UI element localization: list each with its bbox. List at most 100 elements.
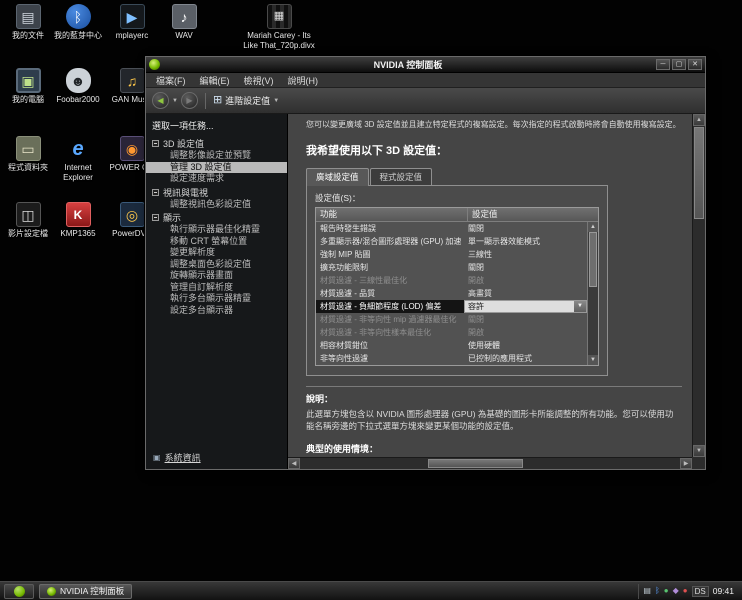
desktop-icon-mariah-video[interactable]: ▦ Mariah Carey - Its Like That_720p.divx: [243, 4, 315, 50]
desktop-icon-mplayerc[interactable]: ▶ mplayerc: [108, 4, 156, 41]
menu-edit[interactable]: 編輯(E): [193, 74, 237, 87]
window-titlebar[interactable]: NVIDIA 控制面板 ─ ▢ ✕: [146, 57, 705, 73]
desktop-icon-my-documents[interactable]: ▤ 我的文件: [4, 4, 52, 41]
collapse-icon[interactable]: [152, 188, 159, 196]
setting-row[interactable]: 材質過濾 - 品質 高畫質: [316, 287, 587, 300]
nav-item-adjust-image-settings[interactable]: 調整影像設定並預覽: [146, 150, 287, 162]
scrollbar-thumb[interactable]: [428, 459, 523, 468]
nav-item-move-crt-position[interactable]: 移動 CRT 螢幕位置: [146, 236, 287, 248]
desktop-icon-label: WAV: [175, 31, 193, 40]
scroll-right-icon[interactable]: ▶: [680, 458, 692, 469]
nav-item-manage-custom-resolutions[interactable]: 管理自訂解析度: [146, 282, 287, 294]
table-scrollbar[interactable]: ▲ ▼: [587, 222, 598, 366]
scroll-up-icon[interactable]: ▲: [588, 222, 598, 233]
scroll-down-icon[interactable]: ▼: [693, 445, 705, 457]
view-selector[interactable]: 進階設定值: [225, 94, 270, 107]
scrollbar-thumb[interactable]: [694, 127, 704, 219]
setting-row[interactable]: 相容材質鉗位 使用硬體: [316, 339, 587, 352]
setting-row[interactable]: 材質過濾 - 非等向性 mip 過濾器最佳化 關閉: [316, 313, 587, 326]
nav-item-change-resolution[interactable]: 變更解析度: [146, 247, 287, 259]
setting-row[interactable]: 擴充功能限制 關閉: [316, 261, 587, 274]
computer-icon: ▣: [15, 68, 41, 93]
toolbar: ◀ ▼ ▶ ⊞ 進階設定值 ▼: [146, 88, 705, 114]
media-player-icon: ▶: [119, 4, 145, 29]
powerdvd-icon: ◎: [119, 202, 145, 227]
foobar-alien-icon: ☻: [65, 68, 91, 93]
nav-item-manage-3d-settings[interactable]: 管理 3D 設定值: [146, 161, 287, 173]
setting-row[interactable]: 報告時發生錯誤 關閉: [316, 222, 587, 235]
scroll-left-icon[interactable]: ◀: [288, 458, 300, 469]
forward-button[interactable]: ▶: [180, 92, 198, 109]
close-button[interactable]: ✕: [688, 59, 702, 70]
nav-item-adjust-video-color[interactable]: 調整視訊色彩設定值: [146, 199, 287, 211]
system-tray: ▤ ᛒ ● ◆ ● DS 09:41: [638, 583, 738, 599]
desktop-icon-foobar2000[interactable]: ☻ Foobar2000: [54, 68, 102, 105]
scroll-up-icon[interactable]: ▲: [693, 114, 705, 126]
desktop-icon-video-profile[interactable]: ◫ 影片設定檔: [4, 202, 52, 239]
desktop-icon-label: 我的電腦: [12, 95, 44, 104]
desktop-icon-kmp1365[interactable]: K KMP1365: [54, 202, 102, 239]
internet-explorer-icon: e: [72, 137, 84, 160]
table-header: 功能 設定值: [316, 208, 598, 223]
desktop-icon-program-folder[interactable]: ▭ 程式資料夾: [4, 136, 52, 173]
setting-row[interactable]: 多重顯示器/混合圖形處理器 (GPU) 加速 單一顯示器效能模式: [316, 235, 587, 248]
menu-help[interactable]: 說明(H): [281, 74, 326, 87]
video-file-icon: ▦: [266, 4, 292, 29]
desktop-icon-bluetooth[interactable]: ᛒ 我的藍芽中心: [54, 4, 102, 41]
clock[interactable]: 09:41: [713, 586, 734, 596]
desktop-icon-my-computer[interactable]: ▣ 我的電腦: [4, 68, 52, 105]
back-dropdown-icon[interactable]: ▼: [172, 98, 178, 104]
bluetooth-tray-icon[interactable]: ᛒ: [655, 587, 660, 595]
scroll-down-icon[interactable]: ▼: [588, 355, 598, 366]
menu-file[interactable]: 檔案(F): [149, 74, 193, 87]
nav-item-set-speed-requirements[interactable]: 設定速度需求: [146, 173, 287, 185]
start-button[interactable]: [4, 583, 34, 599]
tab-program-settings[interactable]: 程式設定值: [369, 168, 433, 186]
value-dropdown[interactable]: 容許 ▼: [464, 300, 587, 314]
nav-item-display-wizard[interactable]: 執行顯示器最佳化精靈: [146, 224, 287, 236]
antivirus-tray-icon[interactable]: ●: [683, 587, 688, 595]
desktop-icon-label: 我的藍芽中心: [54, 31, 102, 40]
dropdown-arrow-icon[interactable]: ▼: [574, 301, 586, 313]
menu-view[interactable]: 檢視(V): [237, 74, 281, 87]
tab-global-settings[interactable]: 廣域設定值: [306, 168, 369, 187]
nav-item-adjust-desktop-color[interactable]: 調整桌面色彩設定值: [146, 259, 287, 271]
display-tray-icon[interactable]: ▤: [643, 587, 651, 595]
back-button[interactable]: ◀: [152, 92, 169, 109]
language-indicator[interactable]: DS: [691, 585, 709, 597]
desktop-icon-label: 程式資料夾: [8, 163, 48, 172]
desktop-icon-wav[interactable]: ♪ WAV: [160, 4, 208, 41]
collapse-icon[interactable]: [152, 214, 159, 221]
system-info-link[interactable]: ▣ 系統資訊: [153, 451, 201, 464]
messenger-tray-icon[interactable]: ◆: [673, 587, 679, 595]
scrollbar-corner: [692, 457, 705, 469]
description-section: 說明： 此選單方塊包含以 NVIDIA 圖形處理器 (GPU) 為基礎的圖形卡所…: [306, 386, 682, 457]
nav-item-setup-multiple-displays[interactable]: 設定多台顯示器: [146, 305, 287, 317]
view-dropdown-icon[interactable]: ▼: [273, 98, 279, 104]
setting-row[interactable]: 材質過濾 - 三線性最佳化 開啟: [316, 274, 587, 287]
nav-group-display[interactable]: 顯示: [146, 212, 287, 224]
nav-item-multi-display-wizard[interactable]: 執行多台顯示器精靈: [146, 293, 287, 305]
taskbar: NVIDIA 控制面板 ▤ ᛒ ● ◆ ● DS 09:41: [0, 581, 742, 600]
column-header-feature: 功能: [316, 208, 468, 222]
vertical-scrollbar[interactable]: ▲ ▼: [692, 114, 705, 457]
taskbar-button-nvidia[interactable]: NVIDIA 控制面板: [39, 583, 133, 599]
setting-row-selected[interactable]: 材質過濾 - 負細節程度 (LOD) 偏差 容許 ▼: [316, 300, 587, 314]
desktop-icon-label: Mariah Carey - Its Like That_720p.divx: [243, 31, 315, 50]
system-info-icon: ▣: [153, 453, 161, 462]
nav-group-video-tv[interactable]: 視訊與電視: [146, 187, 287, 199]
collapse-icon[interactable]: [152, 140, 159, 147]
graphics-tray-icon[interactable]: ●: [664, 587, 669, 595]
setting-row[interactable]: 材質過濾 - 非等向性樣本最佳化 開啟: [316, 326, 587, 339]
nav-group-3d-settings[interactable]: 3D 設定值: [146, 138, 287, 150]
settings-table: 功能 設定值 報告時發生錯誤 關閉 多重顯示器/混合圖形處理器 (GPU) 加速單…: [315, 207, 599, 367]
scrollbar-thumb[interactable]: [589, 232, 597, 288]
minimize-button[interactable]: ─: [656, 59, 670, 70]
setting-row[interactable]: 非等向性過濾 已控制的應用程式: [316, 352, 587, 365]
desktop-icon-internet-explorer[interactable]: e Internet Explorer: [54, 136, 102, 182]
nav-item-rotate-display[interactable]: 旋轉顯示器畫面: [146, 270, 287, 282]
horizontal-scrollbar[interactable]: ◀ ▶: [288, 457, 692, 469]
setting-row[interactable]: 強制 MIP 貼圖 三線性: [316, 248, 587, 261]
maximize-button[interactable]: ▢: [672, 59, 686, 70]
desktop-icon-label: KMP1365: [60, 229, 96, 238]
